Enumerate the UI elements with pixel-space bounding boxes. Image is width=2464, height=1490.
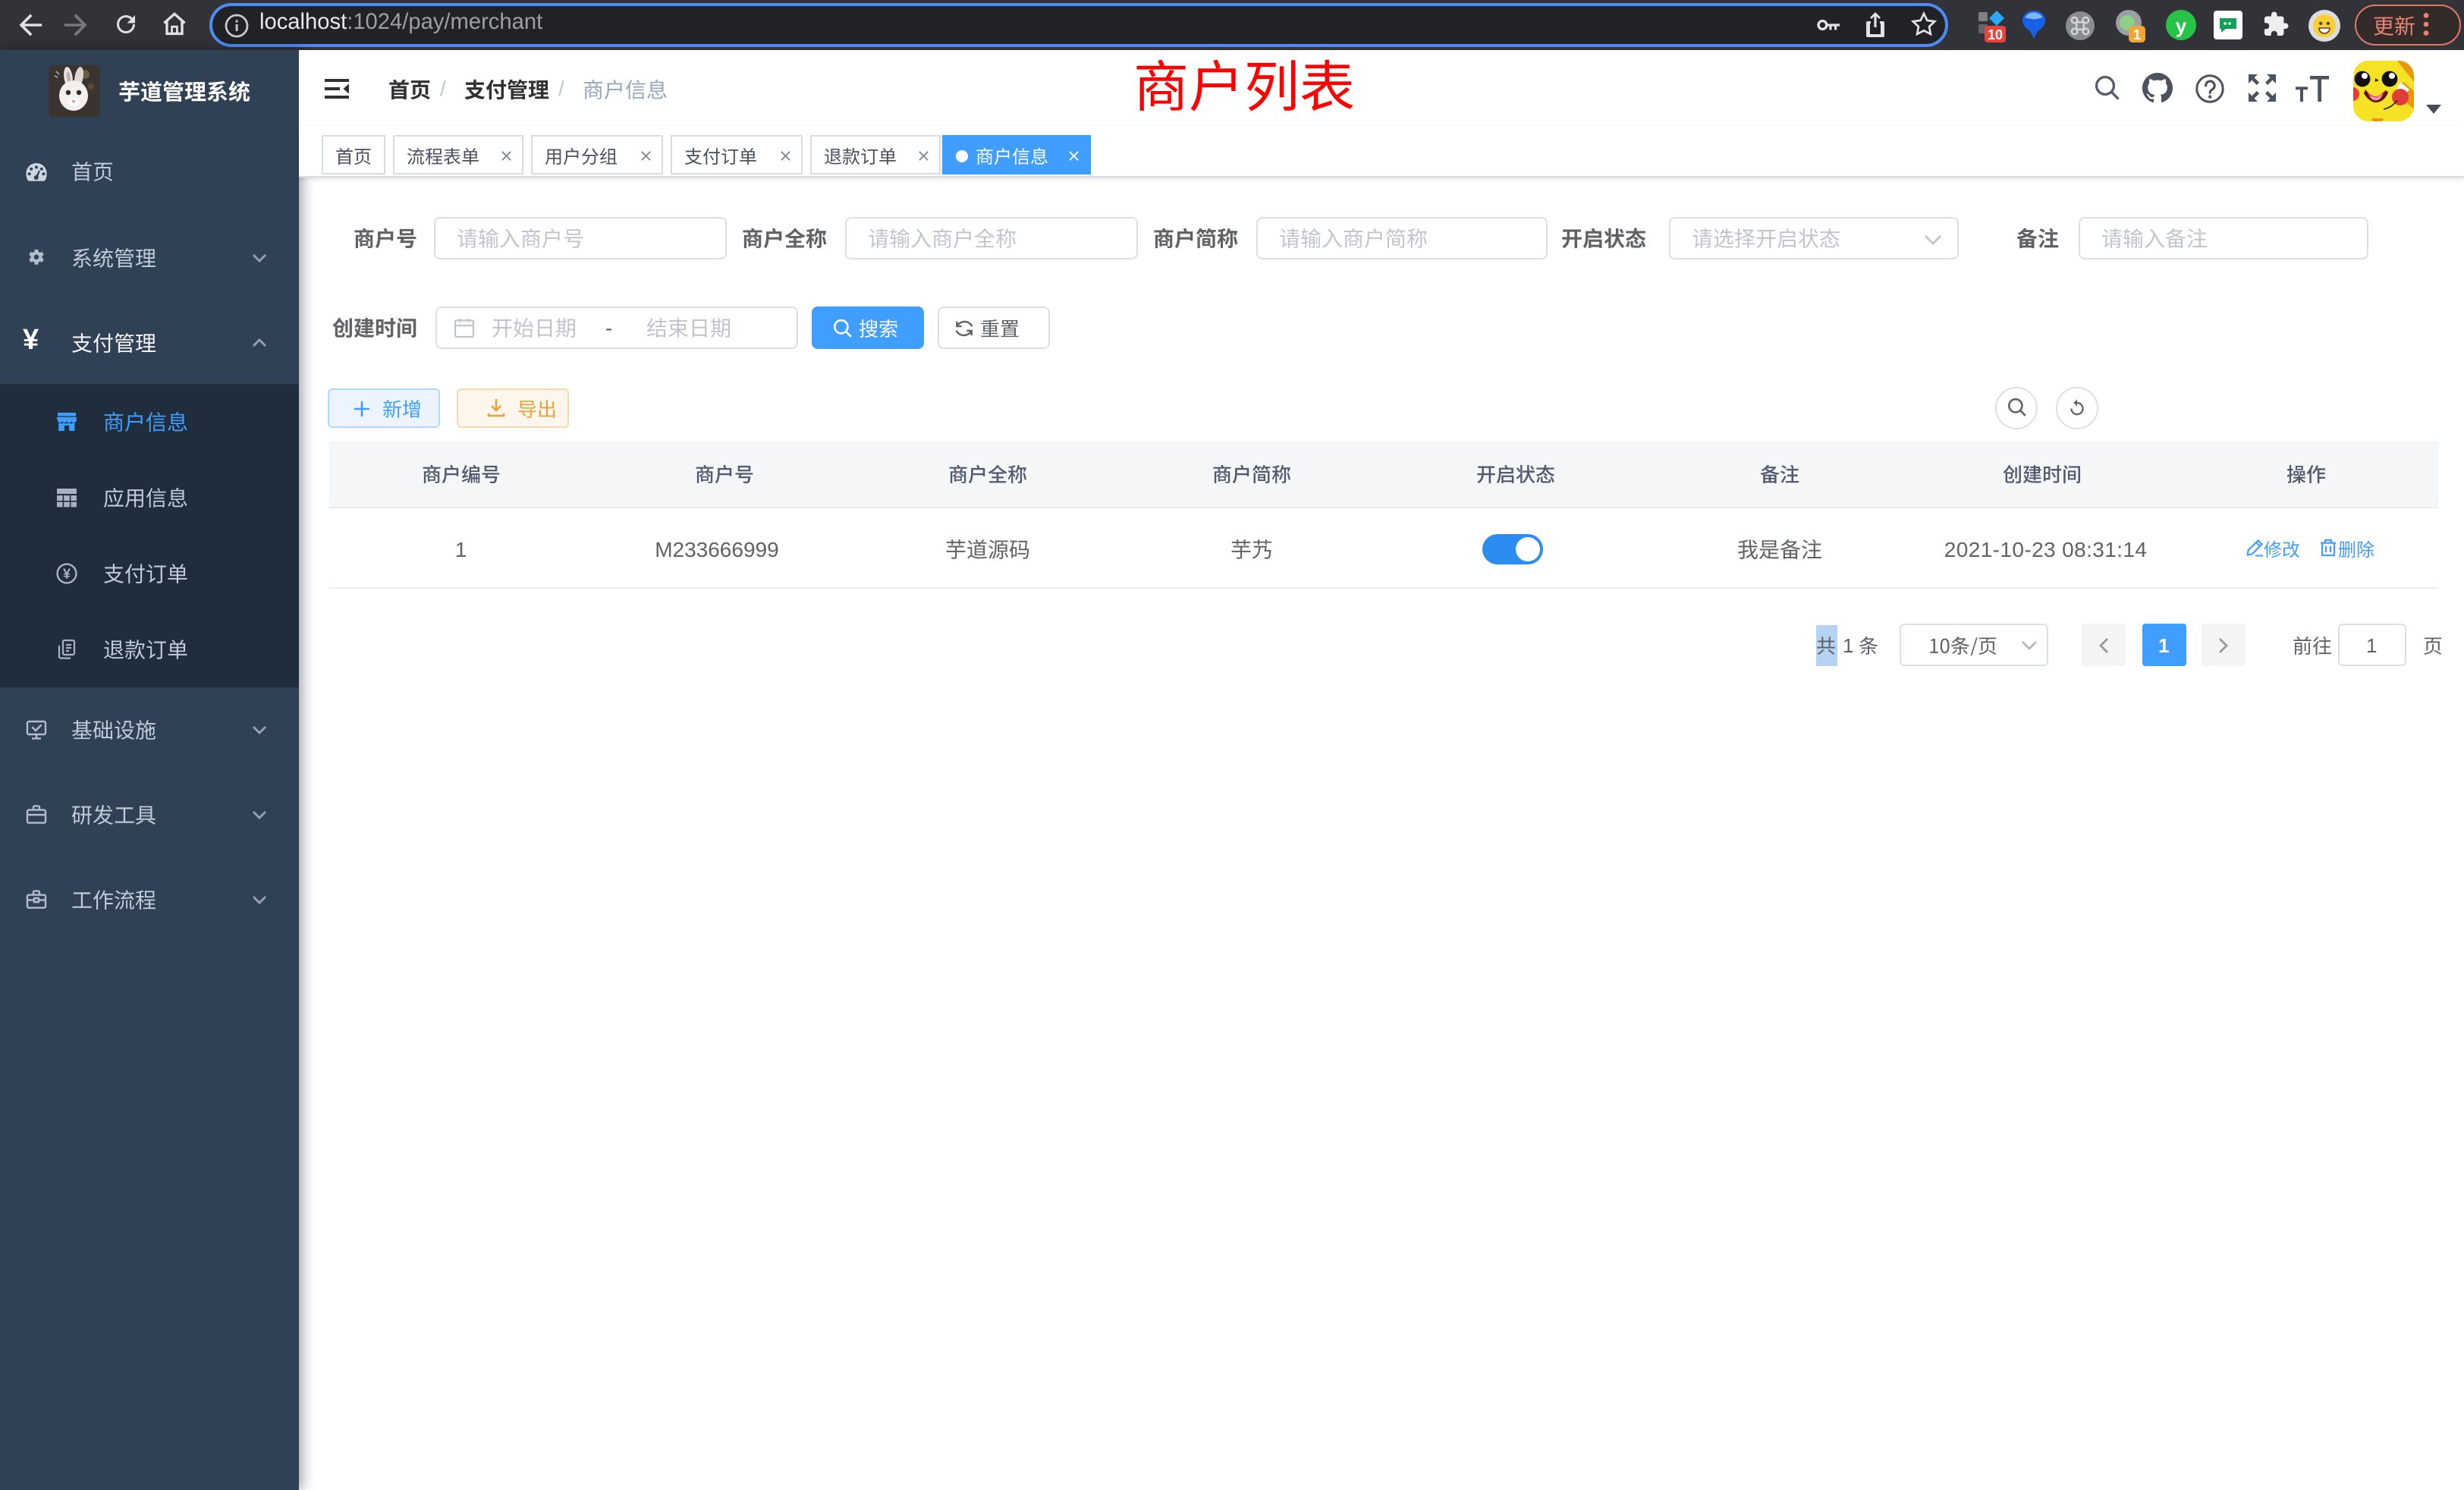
- svg-text:1: 1: [2133, 27, 2141, 42]
- svg-text:¥: ¥: [63, 566, 71, 581]
- svg-text:y: y: [2176, 14, 2187, 37]
- svg-text:10: 10: [1988, 27, 2003, 42]
